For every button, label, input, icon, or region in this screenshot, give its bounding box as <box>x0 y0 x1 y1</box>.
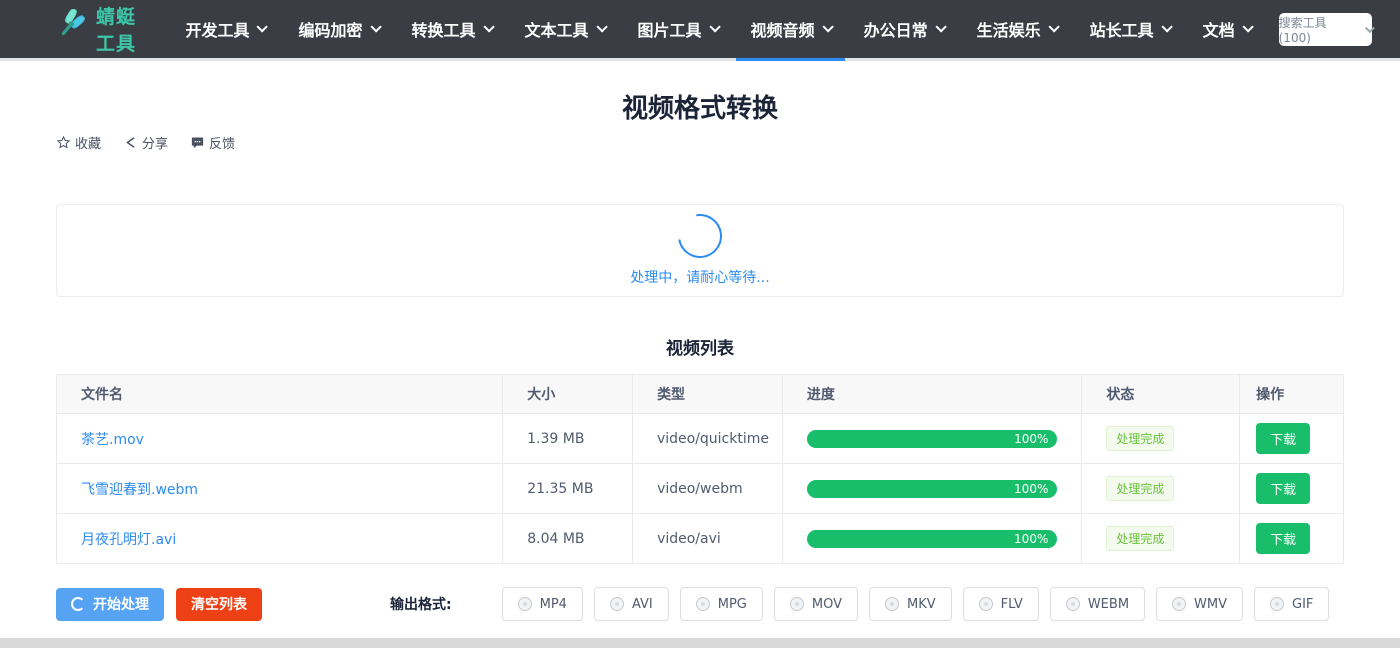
page-actions: 收藏 分享 反馈 <box>0 133 1400 152</box>
col-header-size: 大小 <box>503 375 633 413</box>
status-badge: 处理完成 <box>1106 526 1174 551</box>
chevron-down-icon <box>483 21 494 32</box>
format-option-mpg[interactable]: MPG <box>680 587 763 621</box>
table-header-row: 文件名 大小 类型 进度 状态 操作 <box>57 375 1343 413</box>
chevron-down-icon <box>1048 21 1059 32</box>
file-type: video/avi <box>633 514 783 563</box>
nav-item-image-tools[interactable]: 图片工具 <box>621 0 734 58</box>
col-header-progress: 进度 <box>783 375 1083 413</box>
table-row: 茶艺.mov 1.39 MB video/quicktime 100% 处理完成… <box>57 413 1343 463</box>
nav-item-docs[interactable]: 文档 <box>1186 0 1267 58</box>
table-row: 飞雪迎春到.webm 21.35 MB video/webm 100% 处理完成… <box>57 463 1343 513</box>
progress-bar: 100% <box>807 530 1058 548</box>
site-logo[interactable]: 蜻蜓工具 <box>52 2 142 56</box>
chevron-down-icon <box>709 21 720 32</box>
search-tools-label: 搜索工具 (100) <box>1279 14 1358 45</box>
chevron-down-icon <box>596 21 607 32</box>
nav-item-text-tools[interactable]: 文本工具 <box>508 0 621 58</box>
processing-panel: 处理中，请耐心等待... <box>56 204 1344 297</box>
chevron-down-icon <box>935 21 946 32</box>
file-type: video/webm <box>633 464 783 513</box>
format-option-avi[interactable]: AVI <box>594 587 669 621</box>
chevron-down-icon <box>822 21 833 32</box>
clear-list-button[interactable]: 清空列表 <box>176 588 262 621</box>
nav-item-life-fun[interactable]: 生活娱乐 <box>960 0 1073 58</box>
col-header-filename: 文件名 <box>57 375 503 413</box>
video-format-icon <box>610 597 624 611</box>
video-format-icon <box>696 597 710 611</box>
video-format-icon <box>790 597 804 611</box>
loading-spinner-icon <box>669 205 730 266</box>
top-navbar: 蜻蜓工具 开发工具 编码加密 转换工具 文本工具 图片工具 视频音频 办公日常 … <box>0 0 1400 61</box>
format-option-mkv[interactable]: MKV <box>869 587 952 621</box>
download-button[interactable]: 下载 <box>1256 473 1310 504</box>
nav-item-webmaster[interactable]: 站长工具 <box>1073 0 1186 58</box>
file-link[interactable]: 飞雪迎春到.webm <box>81 479 198 499</box>
video-format-icon <box>979 597 993 611</box>
status-badge: 处理完成 <box>1106 426 1174 451</box>
chevron-down-icon <box>1365 23 1375 33</box>
video-list-title: 视频列表 <box>0 334 1400 359</box>
file-link[interactable]: 月夜孔明灯.avi <box>81 529 176 549</box>
progress-bar: 100% <box>807 430 1057 448</box>
format-option-gif[interactable]: GIF <box>1254 587 1329 621</box>
table-row: 月夜孔明灯.avi 8.04 MB video/avi 100% 处理完成 下载 <box>57 513 1343 563</box>
search-tools-dropdown[interactable]: 搜索工具 (100) <box>1279 13 1372 46</box>
feedback-link[interactable]: 反馈 <box>190 133 235 152</box>
favorite-link[interactable]: 收藏 <box>56 133 101 152</box>
file-size: 8.04 MB <box>503 514 633 563</box>
output-format-options: MP4 AVI MPG MOV MKV FLV WEBM WMV GIF <box>502 587 1330 621</box>
format-option-mp4[interactable]: MP4 <box>502 587 583 621</box>
format-option-wmv[interactable]: WMV <box>1156 587 1243 621</box>
download-button[interactable]: 下载 <box>1256 423 1310 454</box>
nav-item-encode[interactable]: 编码加密 <box>281 0 394 58</box>
file-type: video/quicktime <box>633 414 783 463</box>
bottom-controls: 开始处理 清空列表 输出格式: MP4 AVI MPG MOV MKV FLV … <box>0 587 1400 621</box>
nav-menu: 开发工具 编码加密 转换工具 文本工具 图片工具 视频音频 办公日常 生活娱乐 … <box>168 0 1266 58</box>
progress-value: 100% <box>1014 432 1048 446</box>
video-format-icon <box>1066 597 1080 611</box>
video-table: 文件名 大小 类型 进度 状态 操作 茶艺.mov 1.39 MB video/… <box>56 374 1344 564</box>
chevron-down-icon <box>1242 21 1253 32</box>
col-header-type: 类型 <box>633 375 783 413</box>
download-button[interactable]: 下载 <box>1256 523 1310 554</box>
file-size: 21.35 MB <box>503 464 633 513</box>
star-icon <box>56 135 71 150</box>
progress-value: 100% <box>1014 482 1048 496</box>
video-format-icon <box>518 597 532 611</box>
page-footer-strip <box>0 638 1400 648</box>
format-option-webm[interactable]: WEBM <box>1050 587 1145 621</box>
feedback-icon <box>190 135 205 150</box>
nav-item-convert[interactable]: 转换工具 <box>395 0 508 58</box>
dragonfly-logo-icon <box>52 9 88 49</box>
file-size: 1.39 MB <box>503 414 633 463</box>
progress-bar: 100% <box>807 480 1058 498</box>
chevron-down-icon <box>257 21 268 32</box>
share-link[interactable]: 分享 <box>123 133 168 152</box>
processing-message: 处理中，请耐心等待... <box>630 267 769 287</box>
output-format-label: 输出格式: <box>390 594 452 614</box>
col-header-status: 状态 <box>1082 375 1240 413</box>
col-header-action: 操作 <box>1240 375 1343 413</box>
page-title: 视频格式转换 <box>0 88 1400 125</box>
video-format-icon <box>1172 597 1186 611</box>
video-format-icon <box>885 597 899 611</box>
nav-item-video-audio[interactable]: 视频音频 <box>734 0 847 58</box>
refresh-icon <box>71 597 85 611</box>
nav-item-office-daily[interactable]: 办公日常 <box>847 0 960 58</box>
start-processing-button[interactable]: 开始处理 <box>56 588 164 621</box>
video-format-icon <box>1270 597 1284 611</box>
format-option-flv[interactable]: FLV <box>963 587 1039 621</box>
logo-text: 蜻蜓工具 <box>96 2 142 56</box>
file-link[interactable]: 茶艺.mov <box>81 429 144 449</box>
share-icon <box>123 135 138 150</box>
chevron-down-icon <box>1161 21 1172 32</box>
chevron-down-icon <box>370 21 381 32</box>
status-badge: 处理完成 <box>1106 476 1174 501</box>
nav-item-dev-tools[interactable]: 开发工具 <box>168 0 281 58</box>
format-option-mov[interactable]: MOV <box>774 587 858 621</box>
progress-value: 100% <box>1014 532 1048 546</box>
